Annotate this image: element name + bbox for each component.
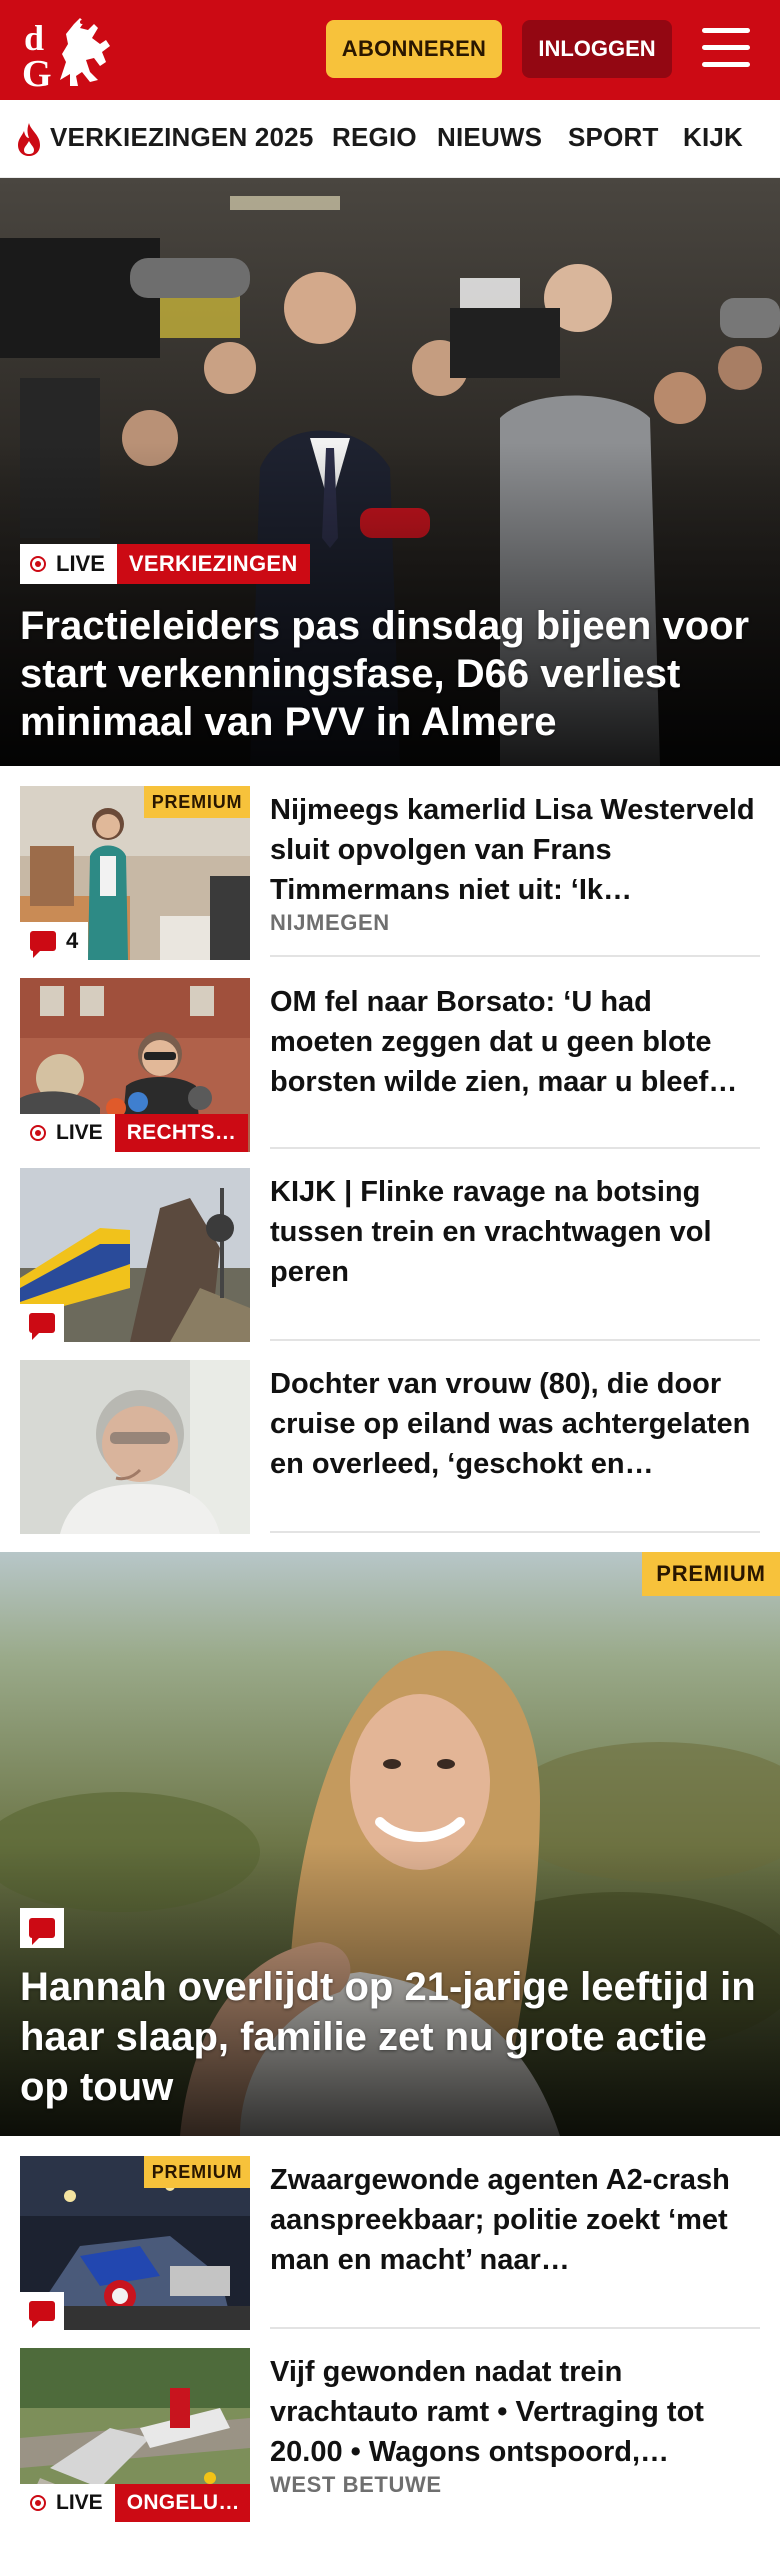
comment-bubble-icon <box>29 1918 55 1945</box>
nav-item-sport[interactable]: SPORT <box>568 122 659 153</box>
premium-badge: PREMIUM <box>144 2156 250 2188</box>
article-region: NIJMEGEN <box>270 910 390 935</box>
comment-badge[interactable] <box>20 1908 64 1948</box>
divider <box>270 2327 760 2329</box>
flame-icon <box>14 121 44 157</box>
subscribe-button[interactable]: ABONNEREN <box>326 20 502 78</box>
comment-bubble-icon <box>30 931 56 958</box>
article-tags: LIVE ONGELU… <box>20 2484 250 2522</box>
nav-item-regio[interactable]: REGIO <box>332 122 417 153</box>
hero-title[interactable]: Fractieleiders pas dinsdag bijeen voor s… <box>20 602 760 746</box>
premium-badge: PREMIUM <box>642 1552 780 1596</box>
divider <box>270 1531 760 1533</box>
section-nav: VERKIEZINGEN 2025 REGIO NIEUWS SPORT KIJ… <box>0 100 780 178</box>
divider <box>270 955 760 957</box>
article-title[interactable]: KIJK | Flinke ravage na botsing tussen t… <box>270 1172 760 1292</box>
live-label: LIVE <box>56 1121 103 1144</box>
article-thumbnail: PREMIUM 4 <box>20 786 250 960</box>
live-badge: LIVE <box>20 2484 115 2522</box>
article-thumbnail: PREMIUM <box>20 2156 250 2330</box>
article-thumbnail: LIVE ONGELU… <box>20 2348 250 2522</box>
comment-count: 4 <box>66 928 79 953</box>
live-dot-icon <box>30 1125 46 1141</box>
hero-article[interactable]: LIVE VERKIEZINGEN Fractieleiders pas din… <box>0 178 780 766</box>
login-button[interactable]: INLOGGEN <box>522 20 672 78</box>
list-item[interactable]: Dochter van vrouw (80), die door cruise … <box>20 1360 760 1534</box>
divider <box>270 1339 760 1341</box>
list-item[interactable]: LIVE RECHTS… OM fel naar Borsato: ‘U had… <box>20 978 760 1152</box>
hamburger-icon[interactable] <box>700 26 752 70</box>
article-thumbnail: LIVE RECHTS… <box>20 978 250 1152</box>
nav-item-kijk[interactable]: KIJK <box>683 122 743 153</box>
live-badge: LIVE <box>20 1114 115 1152</box>
category-tag[interactable]: ONGELU… <box>114 2484 250 2522</box>
feature-title[interactable]: Hannah overlijdt op 21-jarige leeftijd i… <box>20 1962 760 2112</box>
comment-badge[interactable] <box>20 2292 64 2330</box>
svg-text:G: G <box>22 53 52 92</box>
comment-bubble-icon <box>29 2301 55 2328</box>
svg-text:d: d <box>24 18 44 58</box>
nav-item-nieuws[interactable]: NIEUWS <box>437 122 542 153</box>
live-dot-icon <box>30 556 46 572</box>
list-item[interactable]: PREMIUM Zwaargewonde agenten A2-crash aa… <box>20 2156 760 2330</box>
article-title[interactable]: Vijf gewonden nadat trein vrachtauto ram… <box>270 2352 760 2472</box>
article-thumbnail <box>20 1168 250 1342</box>
live-label: LIVE <box>56 2491 103 2514</box>
article-region: WEST BETUWE <box>270 2472 442 2497</box>
live-dot-icon <box>30 2495 46 2511</box>
category-tag[interactable]: VERKIEZINGEN <box>116 544 310 584</box>
list-item[interactable]: PREMIUM 4 Nijmeegs kamerlid Lisa Westerv… <box>20 786 760 960</box>
comment-bubble-icon <box>29 1313 55 1340</box>
article-title[interactable]: OM fel naar Borsato: ‘U had moeten zegge… <box>270 982 760 1102</box>
comment-count-badge[interactable]: 4 <box>20 922 89 960</box>
live-badge: LIVE <box>20 544 117 584</box>
list-item[interactable]: LIVE ONGELU… Vijf gewonden nadat trein v… <box>20 2348 760 2522</box>
hero-tags: LIVE VERKIEZINGEN <box>20 544 310 584</box>
category-tag[interactable]: RECHTS… <box>114 1114 249 1152</box>
article-thumbnail <box>20 1360 250 1534</box>
top-header: d G ABONNEREN INLOGGEN <box>0 0 780 100</box>
live-label: LIVE <box>56 551 105 576</box>
list-item[interactable]: KIJK | Flinke ravage na botsing tussen t… <box>20 1168 760 1342</box>
article-title[interactable]: Nijmeegs kamerlid Lisa Westerveld sluit … <box>270 790 760 910</box>
premium-badge: PREMIUM <box>144 786 250 818</box>
site-logo[interactable]: d G <box>20 10 116 92</box>
comment-badge[interactable] <box>20 1304 64 1342</box>
article-tags: LIVE RECHTS… <box>20 1114 249 1152</box>
divider <box>270 1147 760 1149</box>
feature-article[interactable]: PREMIUM Hannah overlijdt op 21-jarige le… <box>0 1552 780 2136</box>
article-title[interactable]: Dochter van vrouw (80), die door cruise … <box>270 1364 760 1484</box>
nav-item-verkiezingen[interactable]: VERKIEZINGEN 2025 <box>50 122 314 153</box>
article-title[interactable]: Zwaargewonde agenten A2-crash aanspreekb… <box>270 2160 760 2280</box>
